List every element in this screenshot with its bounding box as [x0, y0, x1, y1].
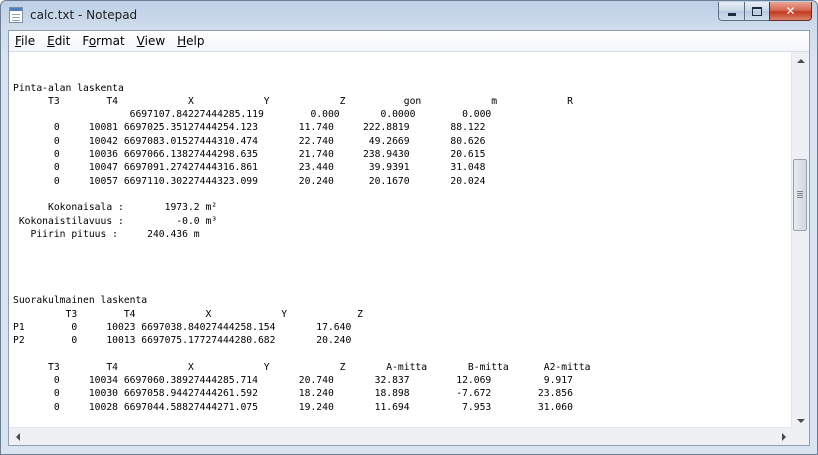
arrow-left-icon — [15, 432, 20, 441]
title-bar[interactable]: calc.txt - Notepad ✕ — [1, 1, 817, 30]
menu-file[interactable]: File — [9, 31, 41, 51]
text-line: 0 10036 6697066.13827444298.635 21.740 2… — [13, 149, 486, 161]
text-line: Suorakulmainen laskenta — [13, 295, 148, 307]
text-line: 0 10034 6697060.38927444285.714 20.740 3… — [13, 375, 573, 387]
arrow-up-icon — [796, 58, 805, 63]
scroll-up-button[interactable] — [792, 52, 809, 69]
menu-format[interactable]: Format — [76, 31, 130, 51]
size-grip[interactable] — [792, 428, 809, 445]
vertical-scrollbar[interactable] — [791, 52, 809, 429]
text-line: 0 10057 6697110.30227444323.099 20.240 2… — [13, 175, 486, 187]
notepad-window: calc.txt - Notepad ✕ File Edit Format Vi… — [0, 0, 818, 455]
text-line: 0 10028 6697044.58827444271.075 19.240 1… — [13, 401, 573, 413]
text-line: P2 0 10013 6697075.17727444280.682 20.24… — [13, 335, 352, 347]
text-line: P1 0 10023 6697038.84027444258.154 17.64… — [13, 321, 352, 333]
scroll-right-button[interactable] — [775, 428, 792, 445]
caption-buttons: ✕ — [718, 2, 812, 21]
text-line: T3 T4 X Y Z A-mitta B-mitta A2-mitta — [13, 361, 591, 373]
notepad-icon[interactable] — [9, 7, 23, 23]
client-area: File Edit Format View Help Pinta-alan la… — [8, 30, 810, 446]
minimize-icon — [727, 12, 736, 16]
text-line: T3 T4 X Y Z gon m R — [13, 95, 573, 107]
vertical-scroll-thumb[interactable] — [793, 159, 807, 231]
maximize-button[interactable] — [744, 2, 769, 21]
text-line: Kokonaisala : 1973.2 m² — [13, 202, 218, 214]
text-line: 0 10081 6697025.35127444254.123 11.740 2… — [13, 122, 486, 134]
document-text[interactable]: Pinta-alan laskenta T3 T4 X Y Z gon m R … — [13, 55, 590, 414]
text-line: 0 10030 6697058.94427444261.592 18.240 1… — [13, 388, 573, 400]
menu-help[interactable]: Help — [171, 31, 210, 51]
arrow-right-icon — [781, 432, 786, 441]
window-title: calc.txt - Notepad — [30, 8, 138, 22]
text-line: T3 T4 X Y Z — [13, 308, 363, 320]
text-line: 0 10042 6697083.01527444310.474 22.740 4… — [13, 135, 486, 147]
horizontal-scrollbar[interactable] — [9, 427, 792, 445]
text-line: 6697107.84227444285.119 0.000 0.0000 0.0… — [13, 109, 492, 121]
scroll-left-button[interactable] — [9, 428, 26, 445]
close-button[interactable]: ✕ — [769, 2, 812, 21]
text-line: Piirin pituus : 240.436 m — [13, 228, 200, 240]
scroll-down-button[interactable] — [792, 412, 809, 429]
menu-edit[interactable]: Edit — [41, 31, 76, 51]
close-icon: ✕ — [785, 4, 796, 18]
text-line: Pinta-alan laskenta — [13, 82, 124, 94]
maximize-icon — [752, 6, 762, 16]
grip-icon — [797, 191, 803, 192]
text-line: Kokonaistilavuus : -0.0 m³ — [13, 215, 218, 227]
text-editor[interactable]: Pinta-alan laskenta T3 T4 X Y Z gon m R … — [9, 52, 792, 429]
menu-view[interactable]: View — [131, 31, 171, 51]
arrow-down-icon — [796, 418, 805, 423]
text-line: 0 10047 6697091.27427444316.861 23.440 3… — [13, 162, 486, 174]
minimize-button[interactable] — [718, 2, 744, 21]
menu-bar: File Edit Format View Help — [9, 31, 809, 52]
